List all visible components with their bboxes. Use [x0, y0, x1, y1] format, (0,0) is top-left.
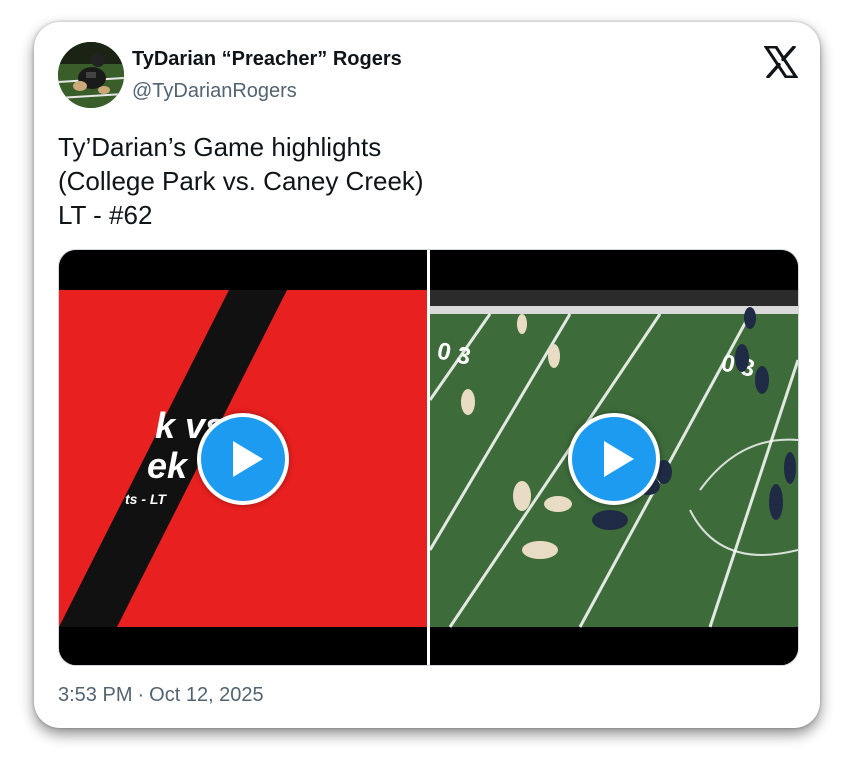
play-icon: [233, 441, 263, 477]
play-icon: [604, 441, 634, 477]
avatar-photo: [58, 42, 124, 108]
author-name[interactable]: TyDarian “Preacher” Rogers: [132, 48, 402, 71]
timestamp-date: Oct 12, 2025: [149, 684, 264, 706]
play-button[interactable]: [568, 413, 660, 505]
page: TyDarian “Preacher” Rogers @TyDarianRoge…: [0, 0, 854, 771]
tweet-card[interactable]: TyDarian “Preacher” Rogers @TyDarianRoge…: [34, 22, 820, 728]
x-logo-icon[interactable]: [763, 45, 799, 79]
timestamp-time: 3:53 PM: [58, 684, 133, 706]
tweet-text: Ty’Darian’s Game highlights (College Par…: [58, 130, 424, 232]
video-thumbnail-right[interactable]: 0 3 0 3: [430, 250, 798, 665]
avatar[interactable]: [58, 42, 124, 108]
media-grid: k vs ek ts - LT 0 3 0 3: [58, 249, 799, 666]
play-button[interactable]: [197, 413, 289, 505]
tweet-text-line: Ty’Darian’s Game highlights: [58, 132, 382, 162]
tweet-text-line: (College Park vs. Caney Creek): [58, 166, 424, 196]
author-handle[interactable]: @TyDarianRogers: [132, 80, 297, 103]
video-title-fragment: ts - LT: [125, 491, 167, 507]
timestamp-separator: ·: [137, 684, 145, 706]
timestamp[interactable]: 3:53 PM · Oct 12, 2025: [58, 684, 264, 707]
video-thumbnail-left[interactable]: k vs ek ts - LT: [59, 250, 427, 665]
tweet-text-line: LT - #62: [58, 200, 153, 230]
video-title-fragment: ek: [147, 445, 189, 486]
